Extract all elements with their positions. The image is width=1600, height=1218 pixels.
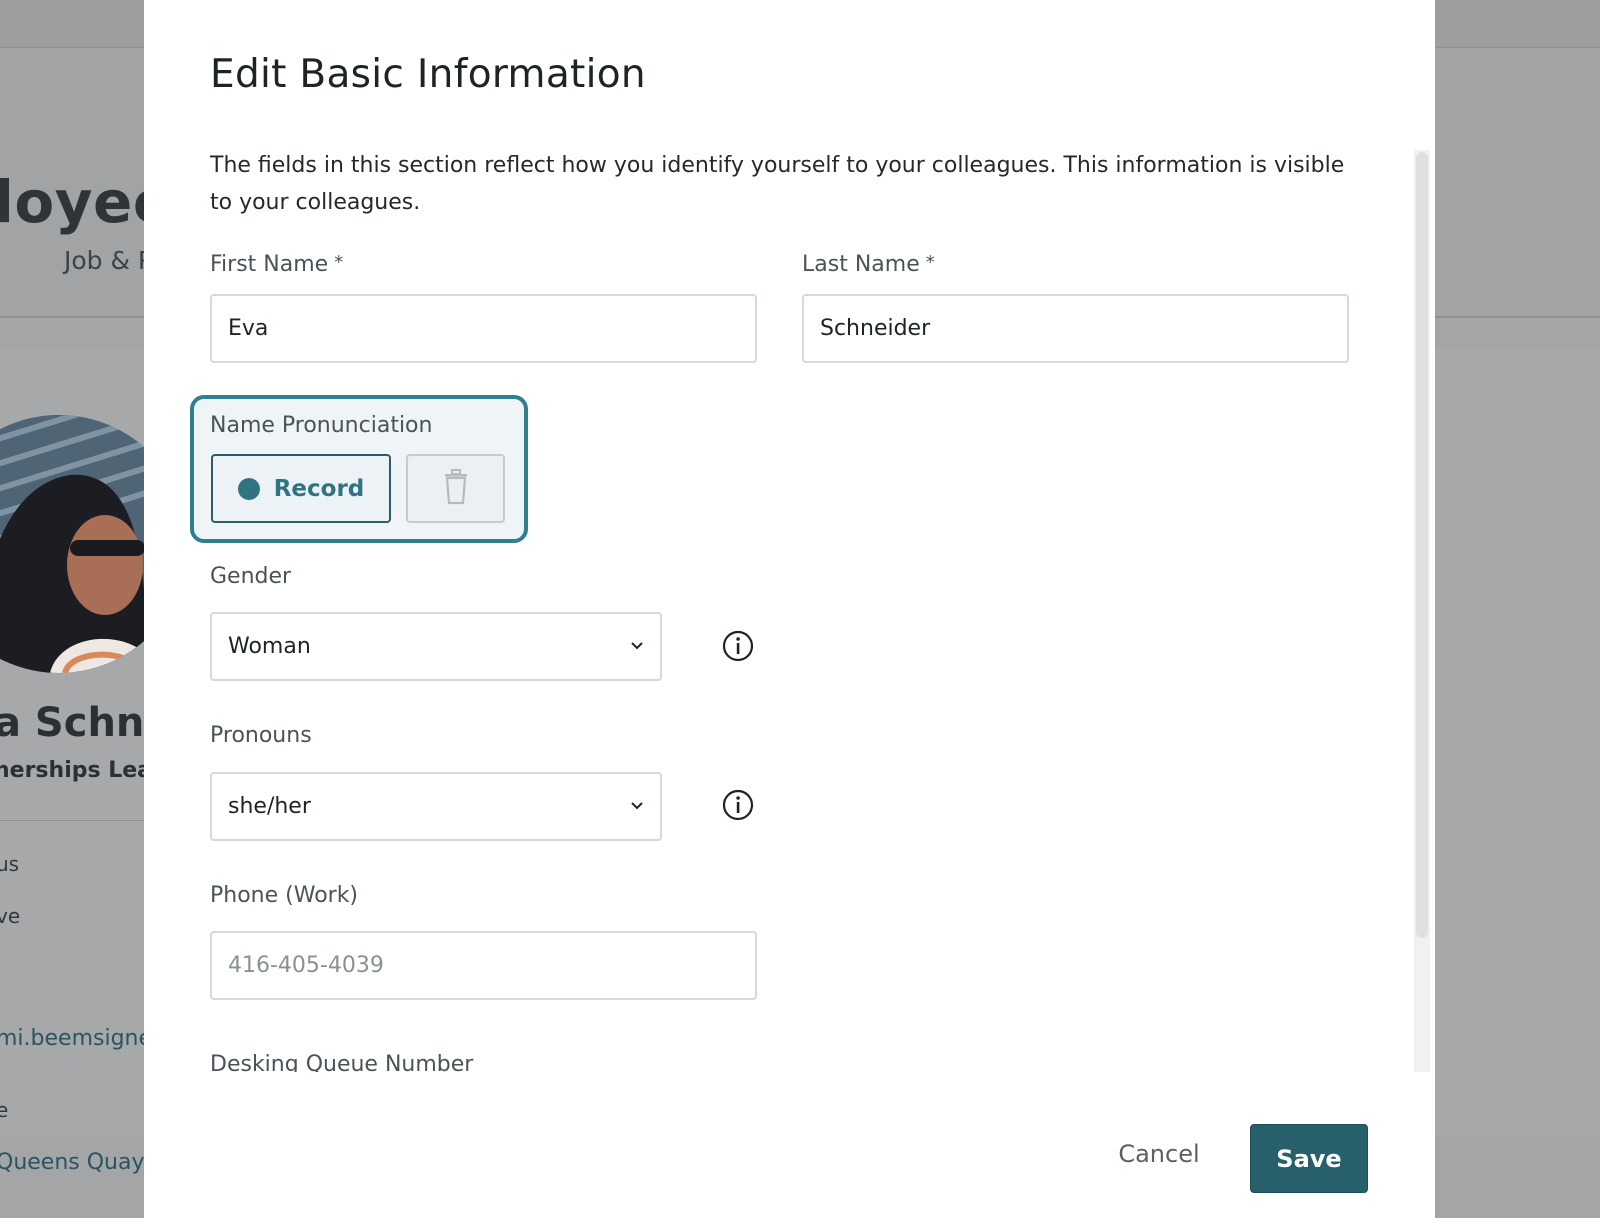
edit-basic-information-modal: Edit Basic Information The fields in thi… (144, 0, 1435, 1218)
record-button[interactable]: Record (211, 454, 391, 523)
background-tab-job: Job & P (64, 246, 154, 275)
first-name-label-text: First Name (210, 252, 329, 277)
required-marker: * (925, 252, 935, 273)
modal-footer: Cancel Save (144, 1072, 1435, 1218)
last-name-input[interactable] (802, 294, 1349, 363)
background-office-link: Queens Quay (0, 1150, 145, 1175)
modal-scroll-area[interactable]: The fields in this section reflect how y… (144, 130, 1435, 1072)
gender-label: Gender (210, 564, 292, 589)
next-field-label: Desking Queue Number (210, 1052, 474, 1072)
delete-recording-button[interactable] (406, 454, 505, 523)
required-marker: * (334, 252, 344, 273)
background-status-label: us (0, 852, 20, 876)
phone-work-label: Phone (Work) (210, 883, 359, 908)
pronouns-label: Pronouns (210, 723, 312, 748)
background-email-link: mi.beemsigne (0, 1026, 153, 1051)
background-divider (0, 820, 150, 821)
trash-icon (443, 469, 469, 508)
pronouns-select[interactable]: she/her (210, 772, 662, 841)
chevron-down-icon (630, 634, 644, 659)
phone-work-input[interactable] (210, 931, 757, 1000)
gender-select-value: Woman (228, 634, 311, 659)
last-name-label: Last Name * (802, 252, 935, 277)
background-status-value: ve (0, 904, 21, 928)
first-name-input[interactable] (210, 294, 757, 363)
pronouns-info-icon[interactable] (722, 789, 754, 821)
background-email-label: l (0, 974, 2, 998)
modal-title: Edit Basic Information (210, 52, 646, 97)
chevron-down-icon (630, 794, 644, 819)
name-pronunciation-group: Name Pronunciation Record (190, 395, 528, 543)
background-employee-role: nerships Lead (0, 758, 168, 783)
pronouns-select-value: she/her (228, 794, 311, 819)
cancel-button[interactable]: Cancel (1104, 1124, 1214, 1184)
modal-intro-text: The fields in this section reflect how y… (210, 153, 1345, 215)
first-name-label: First Name * (210, 252, 343, 277)
save-button[interactable]: Save (1250, 1124, 1368, 1193)
last-name-label-text: Last Name (802, 252, 920, 277)
background-office-label: e (0, 1098, 9, 1122)
record-button-label: Record (273, 475, 365, 502)
gender-info-icon[interactable] (722, 630, 754, 662)
record-dot-icon (237, 477, 260, 500)
name-pronunciation-label: Name Pronunciation (210, 413, 433, 438)
gender-select[interactable]: Woman (210, 612, 662, 681)
